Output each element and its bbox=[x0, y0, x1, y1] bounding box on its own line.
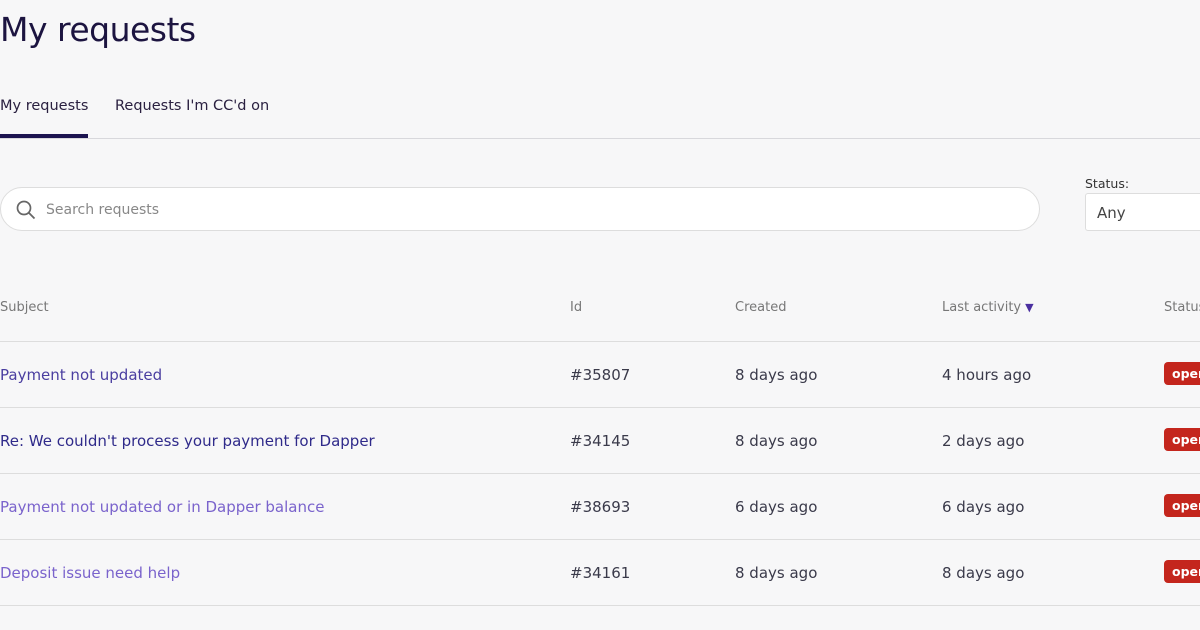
request-subject-link[interactable]: Payment not updated or in Dapper balance bbox=[0, 498, 324, 516]
request-created: 6 days ago bbox=[735, 498, 818, 516]
header-status[interactable]: Status bbox=[1164, 300, 1200, 315]
request-created: 8 days ago bbox=[735, 432, 818, 450]
search-box[interactable] bbox=[0, 187, 1040, 231]
request-created: 8 days ago bbox=[735, 564, 818, 582]
request-id: #35807 bbox=[570, 366, 631, 384]
request-last-activity: 6 days ago bbox=[942, 498, 1025, 516]
page-title: My requests bbox=[0, 10, 196, 49]
table-row: Re: We couldn't process your payment for… bbox=[0, 408, 1200, 474]
request-subject-link[interactable]: Deposit issue need help bbox=[0, 564, 180, 582]
header-last-activity[interactable]: Last activity ▼ bbox=[942, 300, 1034, 315]
table-row: Payment not updated or in Dapper balance… bbox=[0, 474, 1200, 540]
request-id: #38693 bbox=[570, 498, 631, 516]
request-last-activity: 4 hours ago bbox=[942, 366, 1032, 384]
request-last-activity: 2 days ago bbox=[942, 432, 1025, 450]
tab-bar: My requests Requests I'm CC'd on bbox=[0, 86, 1200, 139]
status-filter-label: Status: bbox=[1085, 176, 1130, 191]
request-last-activity: 8 days ago bbox=[942, 564, 1025, 582]
header-created[interactable]: Created bbox=[735, 300, 786, 315]
status-badge: open bbox=[1164, 362, 1200, 385]
sort-descending-icon: ▼ bbox=[1025, 301, 1034, 314]
header-last-activity-label: Last activity bbox=[942, 300, 1022, 315]
header-subject[interactable]: Subject bbox=[0, 300, 49, 315]
table-header: Subject Id Created Last activity▼ Status bbox=[0, 300, 1200, 342]
tab-cc-requests[interactable]: Requests I'm CC'd on bbox=[115, 98, 269, 114]
tab-my-requests[interactable]: My requests bbox=[0, 98, 89, 138]
table-row: Payment not updated #35807 8 days ago 4 hou… bbox=[0, 342, 1200, 408]
status-badge: open bbox=[1164, 494, 1200, 517]
request-id: #34145 bbox=[570, 432, 631, 450]
status-filter-select[interactable]: Any bbox=[1085, 193, 1200, 231]
request-subject-link[interactable]: Payment not updated bbox=[0, 366, 162, 384]
header-id[interactable]: Id bbox=[570, 300, 582, 315]
search-input[interactable] bbox=[44, 196, 1008, 224]
table-row: Deposit issue need help #34161 8 days ago 8… bbox=[0, 540, 1200, 606]
status-badge: open bbox=[1164, 428, 1200, 451]
search-icon bbox=[16, 200, 36, 220]
status-badge: open bbox=[1164, 560, 1200, 583]
request-created: 8 days ago bbox=[735, 366, 818, 384]
request-subject-link[interactable]: Re: We couldn't process your payment for… bbox=[0, 432, 375, 450]
request-id: #34161 bbox=[570, 564, 631, 582]
